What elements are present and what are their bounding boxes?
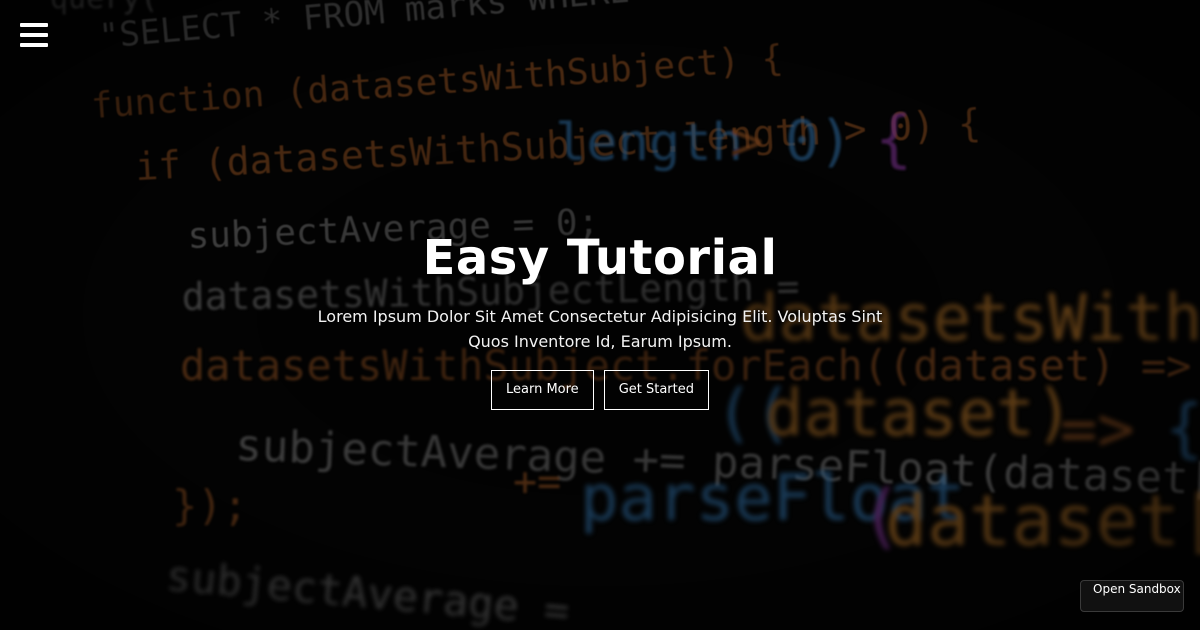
svg-text:length: length <box>555 113 743 173</box>
code-line-9: }); <box>172 481 248 530</box>
get-started-button[interactable]: Get Started <box>603 370 709 410</box>
menu-bar-bottom <box>20 43 48 47</box>
menu-bar-top <box>20 23 48 27</box>
hero-title: Easy Tutorial <box>422 230 778 286</box>
svg-text:+=: += <box>513 459 561 505</box>
menu-bar-middle <box>20 33 48 37</box>
svg-text:dataset[: dataset[ <box>885 480 1200 562</box>
hero-section: Easy Tutorial Lorem Ipsum Dolor Sit Amet… <box>0 228 1200 410</box>
hero-subtitle: Lorem Ipsum Dolor Sit Amet Consectetur A… <box>317 307 883 351</box>
svg-text:0): 0) <box>785 109 852 174</box>
hamburger-menu-icon[interactable] <box>20 23 48 47</box>
svg-text:>: > <box>730 109 764 174</box>
open-sandbox-button[interactable]: Open Sandbox <box>1080 580 1184 612</box>
svg-text:{: { <box>875 102 912 175</box>
learn-more-button[interactable]: Learn More <box>490 370 594 410</box>
hero-page: query( "SELECT * FROM marks WHERE functi… <box>0 0 1200 630</box>
hero-button-row: Learn More Get Started <box>0 370 1200 410</box>
